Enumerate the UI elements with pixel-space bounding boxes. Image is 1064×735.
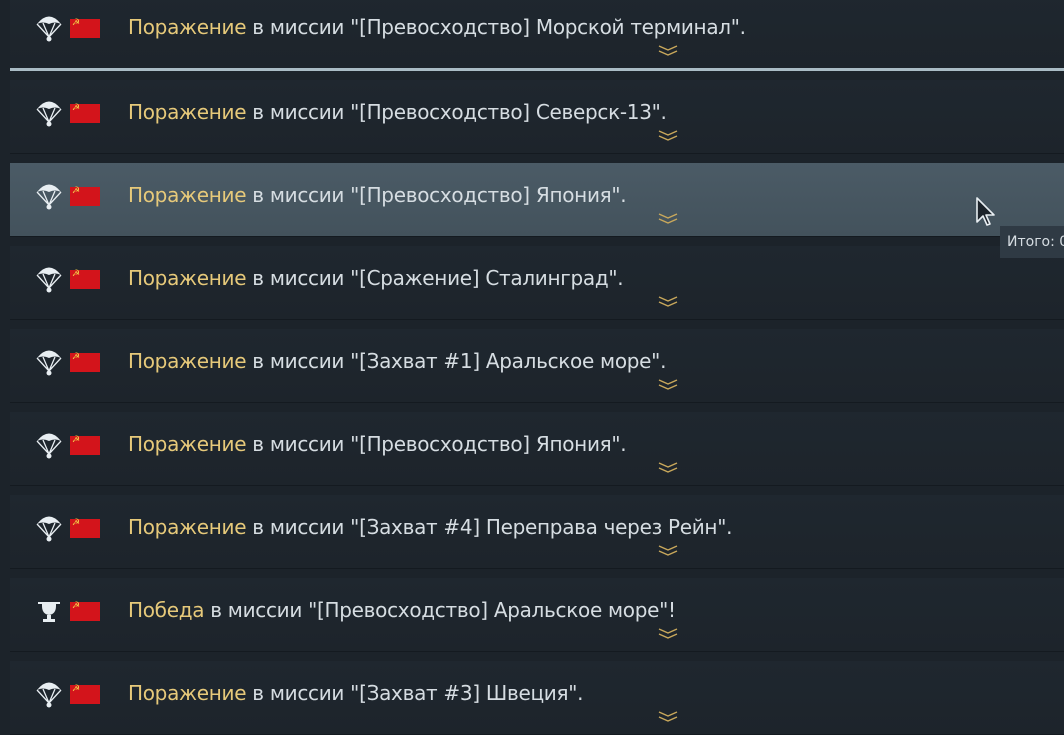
mission-text: в миссии "[Превосходство] Япония". bbox=[246, 432, 627, 456]
mission-message: Поражение в миссии "[Превосходство] Севе… bbox=[128, 100, 667, 124]
mission-text: в миссии "[Захват #1] Аральское море". bbox=[246, 349, 667, 373]
mission-text: в миссии "[Превосходство] Северск-13". bbox=[246, 100, 667, 124]
list-item[interactable]: Поражение в миссии "[Захват #1] Аральско… bbox=[10, 329, 1064, 403]
mission-text: в миссии "[Захват #3] Швеция". bbox=[246, 681, 584, 705]
chevron-down-icon[interactable] bbox=[658, 129, 678, 141]
parachute-icon bbox=[36, 350, 62, 376]
mission-text: в миссии "[Превосходство] Морской термин… bbox=[246, 15, 746, 39]
mission-result: Поражение bbox=[128, 432, 247, 456]
ussr-flag-icon bbox=[70, 435, 100, 455]
mission-result: Поражение bbox=[128, 183, 247, 207]
chevron-down-icon[interactable] bbox=[658, 44, 678, 56]
chevron-down-icon[interactable] bbox=[658, 627, 678, 639]
mission-message: Победа в миссии "[Превосходство] Аральск… bbox=[128, 598, 676, 622]
list-item[interactable]: Поражение в миссии "[Сражение] Сталингра… bbox=[10, 246, 1064, 320]
list-item[interactable]: Поражение в миссии "[Превосходство] Япон… bbox=[10, 412, 1064, 486]
mission-result: Поражение bbox=[128, 15, 247, 39]
mission-message: Поражение в миссии "[Захват #3] Швеция". bbox=[128, 681, 583, 705]
chevron-down-icon[interactable] bbox=[658, 212, 678, 224]
chevron-down-icon[interactable] bbox=[658, 461, 678, 473]
mission-message: Поражение в миссии "[Превосходство] Япон… bbox=[128, 183, 627, 207]
chevron-down-icon[interactable] bbox=[658, 295, 678, 307]
ussr-flag-icon bbox=[70, 352, 100, 372]
mouse-cursor-icon bbox=[976, 197, 995, 226]
ussr-flag-icon bbox=[70, 684, 100, 704]
mission-result: Поражение bbox=[128, 681, 247, 705]
mission-result: Поражение bbox=[128, 100, 247, 124]
list-item[interactable]: Поражение в миссии "[Захват #4] Переправ… bbox=[10, 495, 1064, 569]
ussr-flag-icon bbox=[70, 601, 100, 621]
ussr-flag-icon bbox=[70, 103, 100, 123]
parachute-icon bbox=[36, 516, 62, 542]
list-item[interactable]: Поражение в миссии "[Превосходство] Япон… bbox=[10, 163, 1064, 237]
parachute-icon bbox=[36, 267, 62, 293]
mission-result: Поражение bbox=[128, 266, 247, 290]
mission-result: Поражение bbox=[128, 515, 247, 539]
parachute-icon bbox=[36, 682, 62, 708]
parachute-icon bbox=[36, 433, 62, 459]
mission-text: в миссии "[Захват #4] Переправа через Ре… bbox=[246, 515, 733, 539]
mission-result: Победа bbox=[128, 598, 205, 622]
ussr-flag-icon bbox=[70, 518, 100, 538]
chevron-down-icon[interactable] bbox=[658, 710, 678, 722]
parachute-icon bbox=[36, 16, 62, 42]
mission-text: в миссии "[Превосходство] Япония". bbox=[246, 183, 627, 207]
mission-message: Поражение в миссии "[Захват #4] Переправ… bbox=[128, 515, 732, 539]
parachute-icon bbox=[36, 101, 62, 127]
mission-text: в миссии "[Сражение] Сталинград". bbox=[246, 266, 624, 290]
mission-message: Поражение в миссии "[Захват #1] Аральско… bbox=[128, 349, 666, 373]
mission-message: Поражение в миссии "[Сражение] Сталингра… bbox=[128, 266, 624, 290]
list-item[interactable]: Поражение в миссии "[Захват #3] Швеция". bbox=[10, 661, 1064, 735]
list-item[interactable]: Поражение в миссии "[Превосходство] Севе… bbox=[10, 80, 1064, 154]
chevron-down-icon[interactable] bbox=[658, 544, 678, 556]
chevron-down-icon[interactable] bbox=[658, 378, 678, 390]
list-item[interactable]: Победа в миссии "[Превосходство] Аральск… bbox=[10, 578, 1064, 652]
mission-result: Поражение bbox=[128, 349, 247, 373]
parachute-icon bbox=[36, 184, 62, 210]
mission-message: Поражение в миссии "[Превосходство] Япон… bbox=[128, 432, 627, 456]
tooltip: Итого: 0 bbox=[1000, 226, 1064, 258]
list-item[interactable]: Поражение в миссии "[Превосходство] Морс… bbox=[10, 0, 1064, 71]
mission-message: Поражение в миссии "[Превосходство] Морс… bbox=[128, 15, 746, 39]
ussr-flag-icon bbox=[70, 18, 100, 38]
trophy-icon bbox=[38, 602, 60, 622]
ussr-flag-icon bbox=[70, 269, 100, 289]
ussr-flag-icon bbox=[70, 186, 100, 206]
mission-text: в миссии "[Превосходство] Аральское море… bbox=[204, 598, 676, 622]
